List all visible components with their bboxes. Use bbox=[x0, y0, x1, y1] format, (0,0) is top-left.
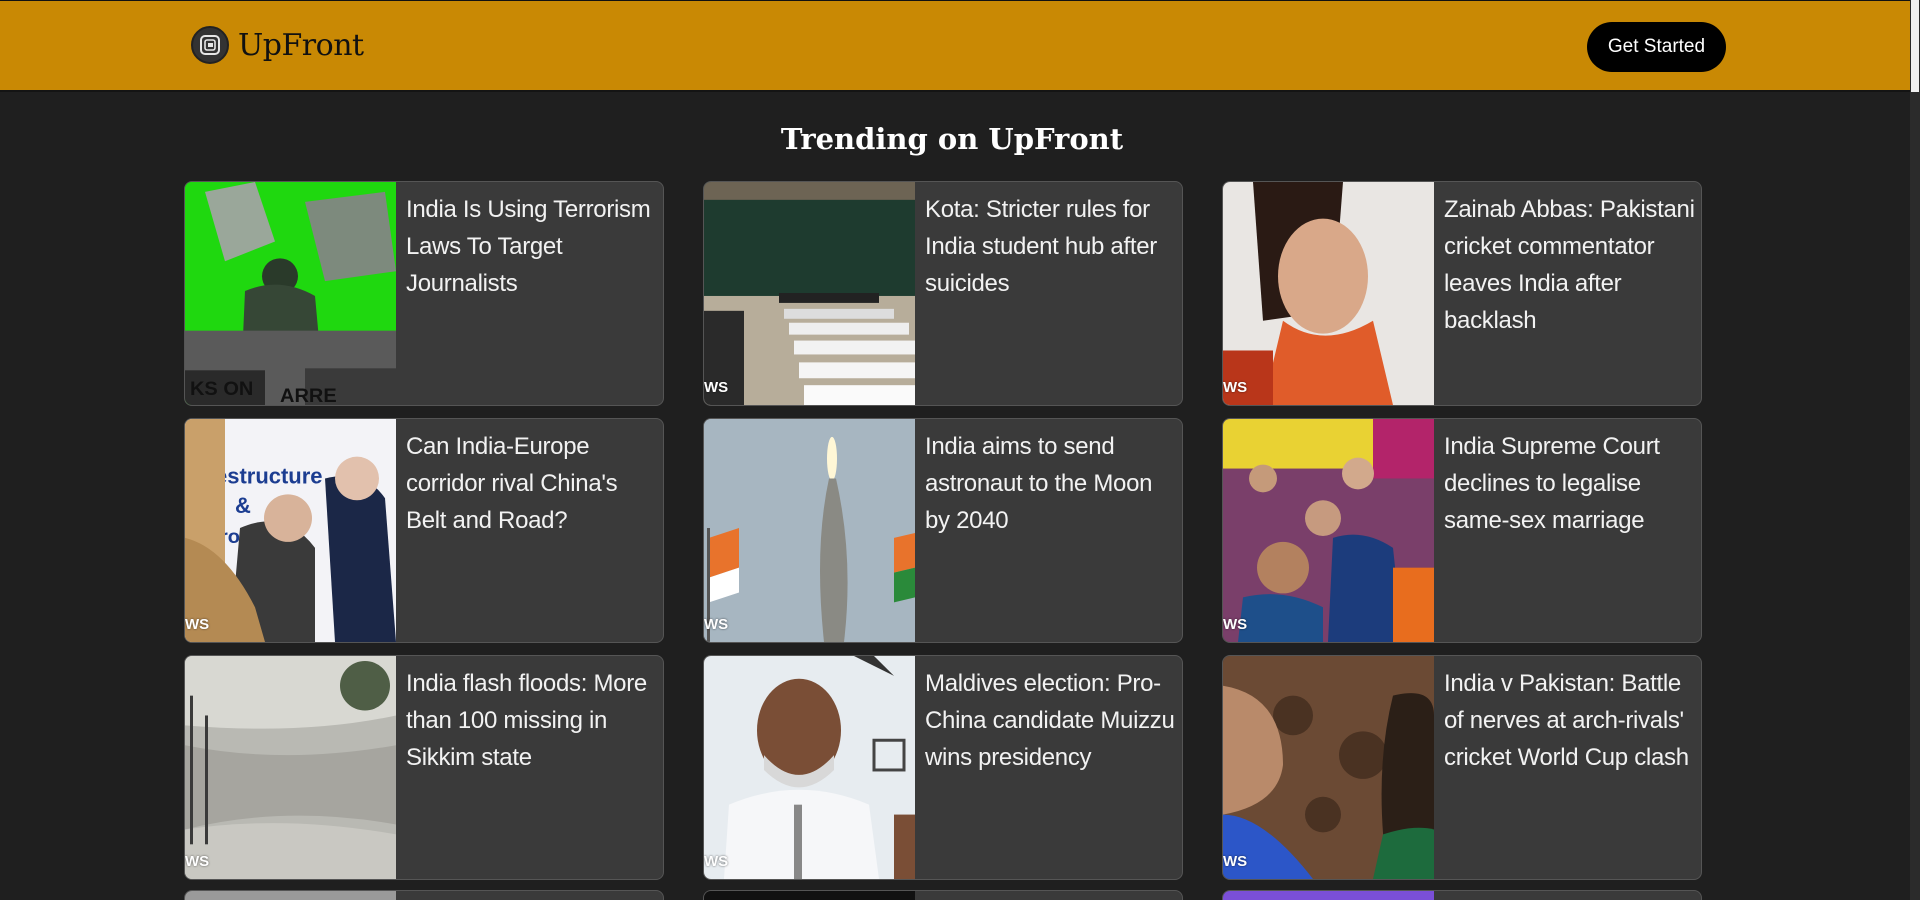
news-card[interactable]: estructure & rop onor WS Can India-Europ… bbox=[184, 418, 664, 643]
news-thumbnail: WS bbox=[1223, 656, 1434, 879]
section-title: Trending on UpFront bbox=[780, 122, 1124, 156]
news-thumbnail: estructure & rop onor WS bbox=[185, 419, 396, 642]
news-title: India Is Using Terrorism Laws To Target … bbox=[406, 196, 651, 297]
news-card[interactable]: WS India v Pakistan: Battle of nerves at… bbox=[1222, 655, 1702, 880]
news-card[interactable]: WS Maldives election: Pro-China candidat… bbox=[703, 655, 1183, 880]
news-title: India v Pakistan: Battle of nerves at ar… bbox=[1444, 670, 1689, 771]
news-source-tag: WS bbox=[1223, 379, 1248, 396]
svg-text:estructure: estructure bbox=[215, 464, 323, 489]
news-title: India aims to send astronaut to the Moon… bbox=[925, 433, 1153, 534]
news-card[interactable]: WS India Supreme Court declines to legal… bbox=[1222, 418, 1702, 643]
news-source-tag: WS bbox=[185, 853, 210, 870]
news-title: Zainab Abbas: Pakistani cricket commenta… bbox=[1444, 196, 1695, 334]
brand-logo-icon bbox=[191, 26, 229, 64]
news-card[interactable]: WS India flash floods: More than 100 mis… bbox=[184, 655, 664, 880]
news-thumbnail: WS bbox=[704, 182, 915, 405]
news-source-tag: WS bbox=[1223, 616, 1248, 633]
news-title: Can India-Europe corridor rival China's … bbox=[406, 433, 618, 534]
news-title: Maldives election: Pro-China candidate M… bbox=[925, 670, 1175, 771]
news-card-partial[interactable] bbox=[1222, 890, 1702, 900]
news-thumbnail: WS bbox=[185, 656, 396, 879]
news-thumbnail: KS ON ARRE bbox=[185, 182, 396, 405]
news-card[interactable]: KS ON ARRE India Is Using Terrorism Laws… bbox=[184, 181, 664, 406]
brand-logo-link[interactable]: UpFront bbox=[191, 25, 364, 65]
next-row-partial bbox=[184, 890, 1704, 900]
news-thumbnail: WS bbox=[704, 656, 915, 879]
get-started-button[interactable]: Get Started bbox=[1587, 22, 1726, 72]
brand-name: UpFront bbox=[238, 27, 364, 63]
page: UpFront Get Started Trending on UpFront … bbox=[0, 0, 1920, 900]
news-card[interactable]: WS India aims to send astronaut to the M… bbox=[703, 418, 1183, 643]
top-nav-bar: UpFront Get Started bbox=[0, 0, 1910, 92]
news-source-tag: WS bbox=[704, 379, 729, 396]
news-thumbnail: WS bbox=[1223, 419, 1434, 642]
news-title: Kota: Stricter rules for India student h… bbox=[925, 196, 1157, 297]
svg-text:&: & bbox=[235, 493, 251, 518]
news-card[interactable]: WS Zainab Abbas: Pakistani cricket comme… bbox=[1222, 181, 1702, 406]
svg-text:ARRE: ARRE bbox=[280, 385, 337, 405]
news-thumbnail: WS bbox=[704, 419, 915, 642]
news-title: India flash floods: More than 100 missin… bbox=[406, 670, 647, 771]
news-source-tag: WS bbox=[704, 853, 729, 870]
news-card-partial[interactable] bbox=[703, 890, 1183, 900]
svg-text:KS ON: KS ON bbox=[190, 378, 253, 400]
news-card-partial[interactable] bbox=[184, 890, 664, 900]
news-thumbnail: WS bbox=[1223, 182, 1434, 405]
trending-grid: KS ON ARRE India Is Using Terrorism Laws… bbox=[184, 181, 1702, 880]
news-source-tag: WS bbox=[1223, 853, 1248, 870]
news-thumbnail-partial bbox=[185, 891, 396, 900]
news-card[interactable]: WS Kota: Stricter rules for India studen… bbox=[703, 181, 1183, 406]
scrollbar-thumb[interactable] bbox=[1911, 0, 1919, 92]
news-thumbnail-partial bbox=[1223, 891, 1434, 900]
news-source-tag: WS bbox=[185, 616, 210, 633]
news-title: India Supreme Court declines to legalise… bbox=[1444, 433, 1660, 534]
news-thumbnail-partial bbox=[704, 891, 915, 900]
news-source-tag: WS bbox=[704, 616, 729, 633]
page-scrollbar[interactable] bbox=[1910, 0, 1920, 900]
